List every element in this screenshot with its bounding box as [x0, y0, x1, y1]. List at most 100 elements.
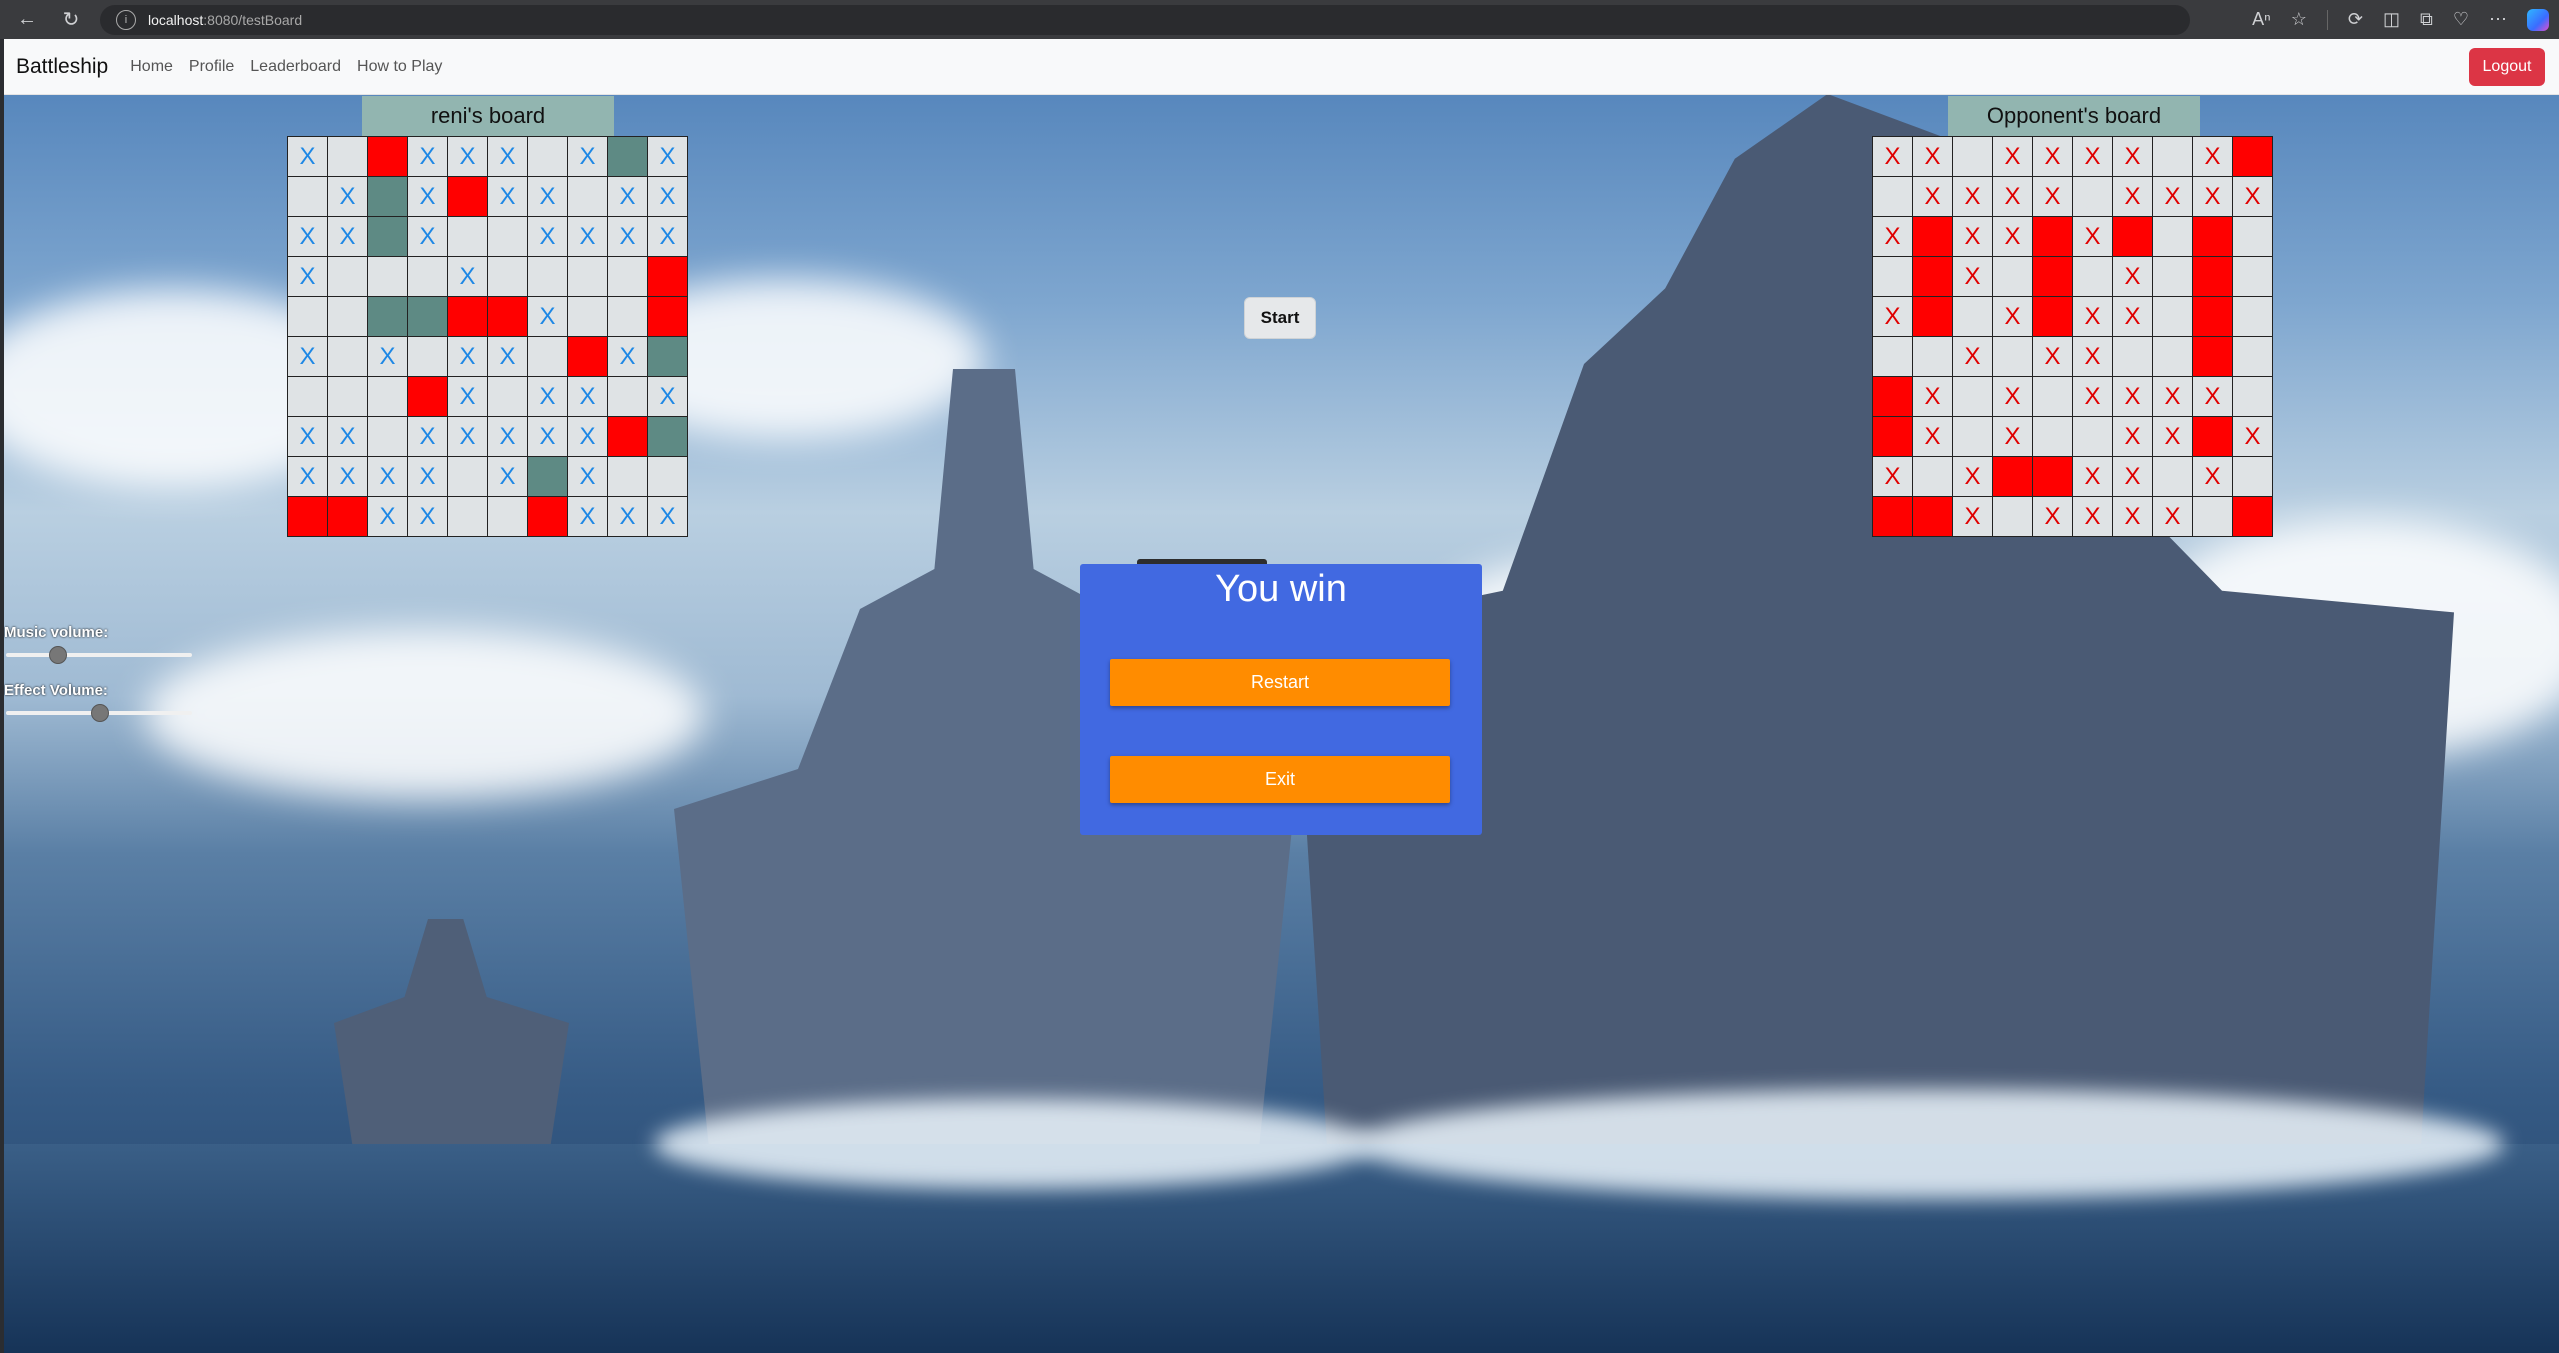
opponent-board-cell[interactable] [1913, 497, 1953, 537]
opponent-board-cell[interactable]: X [2073, 497, 2113, 537]
opponent-board-cell[interactable] [1913, 337, 1953, 377]
opponent-board-cell[interactable] [2193, 217, 2233, 257]
opponent-board-cell[interactable]: X [2073, 297, 2113, 337]
opponent-board-cell[interactable] [2233, 337, 2273, 377]
opponent-board-cell[interactable] [1953, 417, 1993, 457]
opponent-board-cell[interactable]: X [2233, 417, 2273, 457]
opponent-board-cell[interactable] [2193, 497, 2233, 537]
logout-button[interactable]: Logout [2469, 48, 2545, 86]
opponent-board-cell[interactable]: X [1873, 297, 1913, 337]
site-info-icon[interactable]: i [116, 10, 136, 30]
opponent-board-cell[interactable]: X [1993, 217, 2033, 257]
brand-logo-text[interactable]: Battleship [16, 55, 108, 79]
opponent-board-cell[interactable]: X [1953, 257, 1993, 297]
opponent-board-cell[interactable] [2233, 497, 2273, 537]
extensions-icon[interactable]: ⟳ [2348, 9, 2363, 30]
opponent-board-cell[interactable] [2233, 297, 2273, 337]
opponent-board-cell[interactable] [1913, 297, 1953, 337]
opponent-board-cell[interactable]: X [1993, 137, 2033, 177]
opponent-board-cell[interactable] [1953, 137, 1993, 177]
exit-button[interactable]: Exit [1110, 756, 1450, 803]
opponent-board-cell[interactable] [2153, 457, 2193, 497]
opponent-board-cell[interactable]: X [1913, 137, 1953, 177]
opponent-board-cell[interactable] [2113, 337, 2153, 377]
opponent-board-cell[interactable]: X [1873, 217, 1913, 257]
opponent-board-cell[interactable]: X [2113, 137, 2153, 177]
opponent-board-cell[interactable] [2233, 257, 2273, 297]
opponent-board-cell[interactable]: X [2073, 137, 2113, 177]
opponent-board-cell[interactable]: X [2193, 137, 2233, 177]
nav-how-to-play[interactable]: How to Play [357, 58, 442, 76]
opponent-board-cell[interactable] [2073, 177, 2113, 217]
back-icon[interactable]: ← [10, 3, 44, 37]
opponent-board-cell[interactable] [1993, 257, 2033, 297]
opponent-board-cell[interactable] [2233, 457, 2273, 497]
opponent-board-cell[interactable]: X [1993, 417, 2033, 457]
opponent-board-cell[interactable] [1953, 377, 1993, 417]
opponent-board-cell[interactable]: X [2193, 377, 2233, 417]
start-button[interactable]: Start [1244, 297, 1316, 339]
opponent-board-cell[interactable] [2153, 137, 2193, 177]
effect-volume-thumb[interactable] [91, 704, 109, 722]
music-volume-thumb[interactable] [48, 646, 67, 664]
opponent-board-cell[interactable] [2033, 257, 2073, 297]
opponent-board-cell[interactable] [1953, 297, 1993, 337]
opponent-board-cell[interactable]: X [2153, 177, 2193, 217]
nav-profile[interactable]: Profile [189, 58, 234, 76]
opponent-board-cell[interactable] [2233, 137, 2273, 177]
opponent-board-cell[interactable] [2193, 297, 2233, 337]
opponent-board-cell[interactable] [2073, 257, 2113, 297]
opponent-board-cell[interactable]: X [2113, 457, 2153, 497]
opponent-board-cell[interactable]: X [2153, 417, 2193, 457]
favorite-star-icon[interactable]: ☆ [2291, 9, 2307, 30]
opponent-board-cell[interactable] [2153, 297, 2193, 337]
opponent-board-cell[interactable] [1913, 457, 1953, 497]
opponent-board-cell[interactable]: X [1993, 297, 2033, 337]
opponent-board-cell[interactable]: X [2113, 497, 2153, 537]
opponent-board-cell[interactable]: X [2073, 337, 2113, 377]
more-menu-icon[interactable]: ⋯ [2489, 9, 2507, 30]
opponent-board-cell[interactable] [2033, 297, 2073, 337]
opponent-board-cell[interactable] [2033, 217, 2073, 257]
opponent-board-cell[interactable] [2193, 257, 2233, 297]
opponent-board-cell[interactable] [1873, 257, 1913, 297]
nav-home[interactable]: Home [130, 58, 173, 76]
opponent-board-cell[interactable] [2193, 337, 2233, 377]
opponent-board-cell[interactable] [2073, 417, 2113, 457]
opponent-board-cell[interactable]: X [1993, 177, 2033, 217]
opponent-board-cell[interactable] [1993, 337, 2033, 377]
opponent-board-cell[interactable] [2153, 257, 2193, 297]
opponent-board-cell[interactable]: X [1913, 377, 1953, 417]
music-volume-slider[interactable] [6, 646, 192, 664]
opponent-board-cell[interactable] [2233, 217, 2273, 257]
address-bar[interactable]: i localhost:8080/testBoard [100, 5, 2190, 35]
opponent-board-cell[interactable]: X [1953, 497, 1993, 537]
opponent-board-cell[interactable]: X [1913, 417, 1953, 457]
opponent-board-cell[interactable] [1873, 417, 1913, 457]
opponent-board-cell[interactable]: X [2033, 137, 2073, 177]
opponent-board-cell[interactable] [2153, 337, 2193, 377]
opponent-board-cell[interactable]: X [2073, 377, 2113, 417]
opponent-board-cell[interactable] [2033, 457, 2073, 497]
opponent-board-cell[interactable]: X [2153, 497, 2193, 537]
restart-button[interactable]: Restart [1110, 659, 1450, 706]
opponent-board-cell[interactable] [1993, 457, 2033, 497]
copilot-icon[interactable] [2527, 8, 2549, 31]
opponent-board-cell[interactable]: X [2073, 457, 2113, 497]
opponent-board-cell[interactable]: X [1873, 457, 1913, 497]
opponent-board-cell[interactable]: X [2193, 177, 2233, 217]
opponent-board-cell[interactable] [1913, 217, 1953, 257]
opponent-board-cell[interactable]: X [2113, 377, 2153, 417]
opponent-board-cell[interactable]: X [2113, 297, 2153, 337]
opponent-board-cell[interactable] [2153, 217, 2193, 257]
opponent-board-cell[interactable] [1873, 497, 1913, 537]
opponent-board-cell[interactable] [1873, 177, 1913, 217]
effect-volume-slider[interactable] [6, 704, 192, 722]
opponent-board-cell[interactable] [1913, 257, 1953, 297]
reload-icon[interactable]: ↻ [54, 3, 88, 37]
opponent-board-cell[interactable]: X [1953, 457, 1993, 497]
opponent-board-cell[interactable]: X [2193, 457, 2233, 497]
opponent-board-cell[interactable]: X [1993, 377, 2033, 417]
nav-leaderboard[interactable]: Leaderboard [250, 58, 341, 76]
opponent-board-cell[interactable] [2033, 417, 2073, 457]
